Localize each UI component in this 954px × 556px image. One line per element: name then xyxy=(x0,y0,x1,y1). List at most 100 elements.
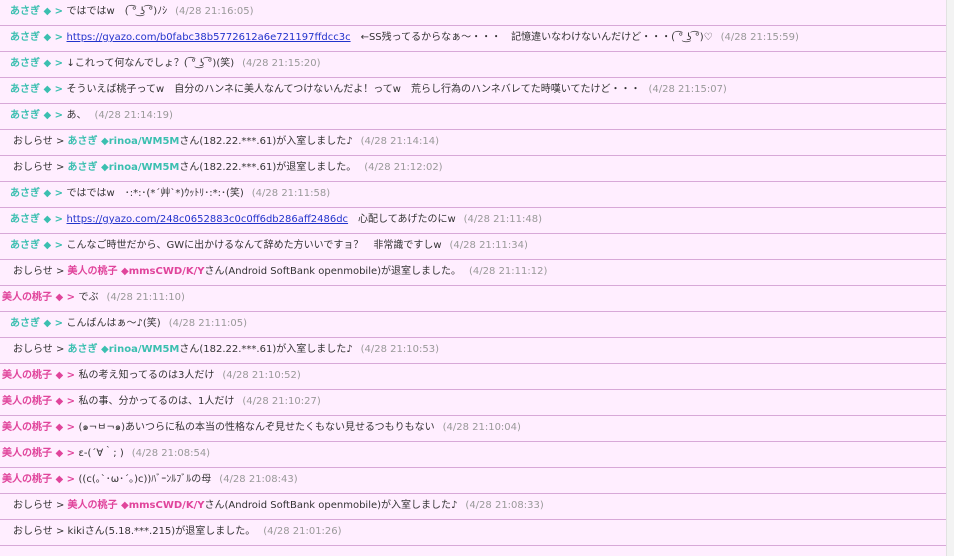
timestamp: (4/28 21:12:02) xyxy=(364,162,443,173)
message-text: (๑¬ㅂ¬๑)あいつらに私の本当の性格なんぞ見せたくもない見せるつもりもない xyxy=(78,422,435,433)
speaker-mark: ◆ > xyxy=(40,84,67,95)
speaker-name: あさぎ xyxy=(10,58,40,69)
speaker-name: 美人の桃子 xyxy=(2,396,52,407)
message-text: ではではw ･:*:･(*´艸`*)ｳｯﾄﾘ･:*:･(笑) xyxy=(66,188,244,199)
speaker-name: あさぎ xyxy=(10,188,40,199)
chat-row: あさぎ ◆ > こんなご時世だから、GWに出かけるなんて辞めた方いいですョ？ 非… xyxy=(0,234,946,260)
message-text: こんなご時世だから、GWに出かけるなんて辞めた方いいですョ？ 非常識ですしw xyxy=(66,240,442,251)
timestamp: (4/28 21:14:14) xyxy=(360,136,439,147)
message-text: 私の考え知ってるのは3人だけ xyxy=(78,370,215,381)
timestamp: (4/28 21:11:58) xyxy=(251,188,331,199)
chat-row: あさぎ ◆ > あ、 (4/28 21:14:19) xyxy=(0,104,946,130)
timestamp: (4/28 21:14:19) xyxy=(94,110,173,121)
message-text: ε-(´∀｀; ) xyxy=(78,448,124,459)
speaker-mark: ◆ > xyxy=(40,6,67,17)
chat-row: 美人の桃子 ◆ > 私の考え知ってるのは3人だけ (4/28 21:10:52) xyxy=(0,364,946,390)
message-text: ((c(｡`･ω･´｡)c))ﾊﾞｰﾝﾙﾌﾞﾙの母 xyxy=(78,474,212,485)
timestamp: (4/28 21:01:26) xyxy=(263,526,342,537)
speaker-mark: ◆ > xyxy=(52,448,79,459)
speaker-name: 美人の桃子 xyxy=(2,422,52,433)
chat-row: あさぎ ◆ > https://gyazo.com/248c0652883c0c… xyxy=(0,208,946,234)
notice-label: おしらせ > xyxy=(13,526,68,537)
notice-nick: あさぎ ◆rinoa/WM5M xyxy=(67,344,180,355)
notice-label: おしらせ > xyxy=(13,500,68,511)
chat-row: あさぎ ◆ > ではではw ( ͡° ͜ʖ ͡°)ﾉｼ (4/28 21:16:0… xyxy=(0,0,946,26)
message-text: 私の事、分かってるのは、1人だけ xyxy=(78,396,235,407)
timestamp: (4/28 21:08:33) xyxy=(465,500,544,511)
notice-text: さん(Android SoftBank openmobile)が退室しました。 xyxy=(204,266,462,277)
chat-row: あさぎ ◆ > こんばんはぁ～♪(笑) (4/28 21:11:05) xyxy=(0,312,946,338)
speaker-mark: ◆ > xyxy=(40,318,67,329)
timestamp: (4/28 21:10:27) xyxy=(242,396,321,407)
speaker-mark: ◆ > xyxy=(40,240,67,251)
message-text: ←SS残ってるからなぁ～・・・ 記憶違いなわけないんだけど・・・( ͡° ͜ʖ … xyxy=(350,32,713,43)
timestamp: (4/28 21:15:59) xyxy=(720,32,799,43)
speaker-name: あさぎ xyxy=(10,240,40,251)
timestamp: (4/28 21:11:34) xyxy=(449,240,528,251)
chat-row: 美人の桃子 ◆ > ((c(｡`･ω･´｡)c))ﾊﾞｰﾝﾙﾌﾞﾙの母 (4/28… xyxy=(0,468,946,494)
timestamp: (4/28 21:08:54) xyxy=(131,448,211,459)
message-text: ↓これって何なんでしょ？( ͡° ͜ʖ ͡°)(笑) xyxy=(66,58,235,69)
notice-row: おしらせ > 美人の桃子 ◆mmsCWD/K/Yさん(Android SoftB… xyxy=(0,260,946,286)
notice-label: おしらせ > xyxy=(13,162,68,173)
chat-row: 美人の桃子 ◆ > ε-(´∀｀; ) (4/28 21:08:54) xyxy=(0,442,946,468)
speaker-name: あさぎ xyxy=(10,214,40,225)
chat-row: あさぎ ◆ > そういえば桃子ってw 自分のハンネに美人なんてつけないんだよ！っ… xyxy=(0,78,946,104)
speaker-mark: ◆ > xyxy=(52,422,79,433)
message-text: あ、 xyxy=(66,110,87,121)
speaker-name: あさぎ xyxy=(10,318,40,329)
speaker-name: あさぎ xyxy=(10,32,40,43)
timestamp: (4/28 21:10:04) xyxy=(442,422,521,433)
speaker-mark: ◆ > xyxy=(40,58,67,69)
notice-label: おしらせ > xyxy=(13,266,68,277)
notice-label: おしらせ > xyxy=(13,344,68,355)
notice-row: おしらせ > あさぎ ◆rinoa/WM5Mさん(182.22.***.61)が… xyxy=(0,338,946,364)
timestamp: (4/28 21:15:20) xyxy=(242,58,321,69)
scrollbar[interactable] xyxy=(946,0,954,556)
notice-nick: あさぎ ◆rinoa/WM5M xyxy=(67,162,180,173)
notice-label: おしらせ > xyxy=(13,136,68,147)
speaker-mark: ◆ > xyxy=(52,292,79,303)
speaker-name: 美人の桃子 xyxy=(2,474,52,485)
notice-text: さん(182.22.***.61)が入室しました♪ xyxy=(179,344,353,355)
notice-text: さん(5.18.***.215)が退室しました。 xyxy=(84,526,256,537)
speaker-mark: ◆ > xyxy=(40,214,67,225)
speaker-name: 美人の桃子 xyxy=(2,370,52,381)
speaker-name: 美人の桃子 xyxy=(2,448,52,459)
notice-row: おしらせ > あさぎ ◆rinoa/WM5Mさん(182.22.***.61)が… xyxy=(0,130,946,156)
speaker-mark: ◆ > xyxy=(40,110,67,121)
speaker-name: あさぎ xyxy=(10,84,40,95)
speaker-name: 美人の桃子 xyxy=(2,292,52,303)
timestamp: (4/28 21:11:12) xyxy=(469,266,548,277)
chat-row: 美人の桃子 ◆ > でぶ (4/28 21:11:10) xyxy=(0,286,946,312)
speaker-name: あさぎ xyxy=(10,110,40,121)
chat-log: あさぎ ◆ > ではではw ( ͡° ͜ʖ ͡°)ﾉｼ (4/28 21:16:0… xyxy=(0,0,946,556)
notice-nick: 美人の桃子 ◆mmsCWD/K/Y xyxy=(67,266,205,277)
message-text: ではではw ( ͡° ͜ʖ ͡°)ﾉｼ xyxy=(66,6,168,17)
notice-nick: 美人の桃子 ◆mmsCWD/K/Y xyxy=(67,500,205,511)
timestamp: (4/28 21:10:53) xyxy=(360,344,439,355)
timestamp: (4/28 21:11:05) xyxy=(168,318,248,329)
notice-nick: kiki xyxy=(67,526,85,537)
message-text: でぶ xyxy=(78,292,99,303)
chat-row: あさぎ ◆ > ではではw ･:*:･(*´艸`*)ｳｯﾄﾘ･:*:･(笑) (4… xyxy=(0,182,946,208)
speaker-mark: ◆ > xyxy=(40,188,67,199)
message-text: こんばんはぁ～♪(笑) xyxy=(66,318,161,329)
timestamp: (4/28 21:08:43) xyxy=(219,474,298,485)
message-link[interactable]: https://gyazo.com/248c0652883c0c0ff6db28… xyxy=(67,214,349,225)
speaker-mark: ◆ > xyxy=(52,370,79,381)
timestamp: (4/28 21:16:05) xyxy=(175,6,254,17)
speaker-mark: ◆ > xyxy=(40,32,67,43)
chat-row: あさぎ ◆ > https://gyazo.com/b0fabc38b57726… xyxy=(0,26,946,52)
chat-row: あさぎ ◆ > ↓これって何なんでしょ？( ͡° ͜ʖ ͡°)(笑) (4/28 … xyxy=(0,52,946,78)
notice-text: さん(Android SoftBank openmobile)が入室しました♪ xyxy=(204,500,458,511)
chat-row: 美人の桃子 ◆ > 私の事、分かってるのは、1人だけ (4/28 21:10:27… xyxy=(0,390,946,416)
notice-row: おしらせ > 美人の桃子 ◆mmsCWD/K/Yさん(Android SoftB… xyxy=(0,494,946,520)
message-link[interactable]: https://gyazo.com/b0fabc38b5772612a6e721… xyxy=(67,32,351,43)
notice-row: おしらせ > kikiさん(5.18.***.215)が退室しました。 (4/28… xyxy=(0,520,946,546)
chat-row: 美人の桃子 ◆ > (๑¬ㅂ¬๑)あいつらに私の本当の性格なんぞ見せたくもない見… xyxy=(0,416,946,442)
speaker-mark: ◆ > xyxy=(52,474,79,485)
timestamp: (4/28 21:11:48) xyxy=(463,214,542,225)
notice-text: さん(182.22.***.61)が入室しました♪ xyxy=(179,136,353,147)
notice-text: さん(182.22.***.61)が退室しました。 xyxy=(179,162,357,173)
